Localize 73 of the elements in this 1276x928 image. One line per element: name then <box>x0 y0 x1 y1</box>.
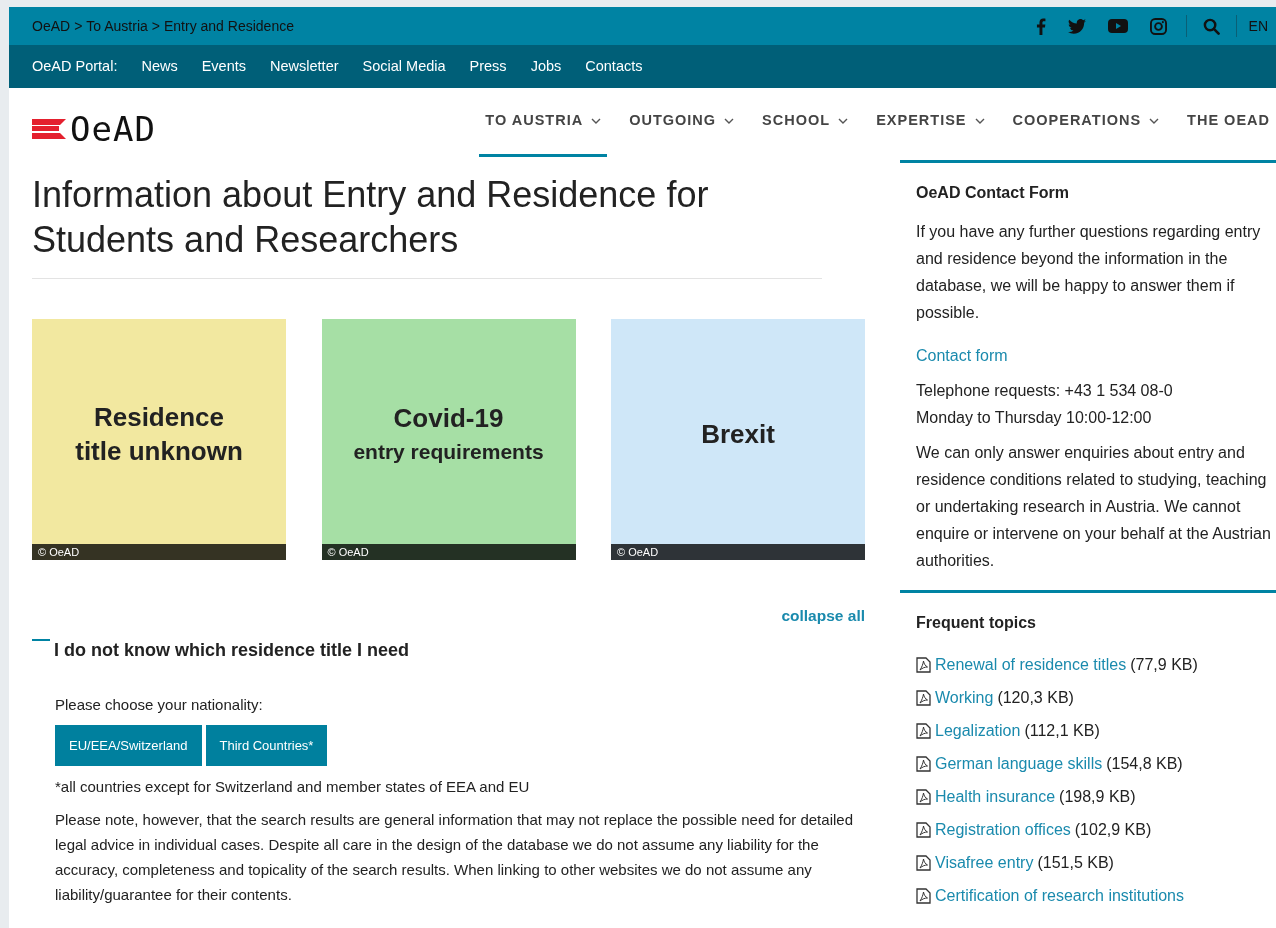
file-size: (120,3 KB) <box>997 688 1074 709</box>
tile-subtitle: entry requirements <box>353 438 544 465</box>
collapse-all-link[interactable]: collapse all <box>781 607 865 624</box>
nav-tab[interactable]: COOPERATIONS <box>1006 110 1166 157</box>
portal-link[interactable]: News <box>141 55 178 78</box>
pdf-file-icon <box>916 854 931 871</box>
topic-link[interactable]: Renewal of residence titles <box>935 648 1127 682</box>
pdf-file-icon <box>916 755 931 772</box>
file-size: (102,9 KB) <box>1074 820 1152 841</box>
contact-note: We can only answer enquiries about entry and residence conditions related to studying, teaching or undertaking research in Austria. We cannot enquire or intervene on your behalf at the Austrian authorities. <box>916 443 1272 572</box>
nav-tab[interactable]: OUTGOING <box>623 110 741 157</box>
image-credit: © OeAD <box>611 544 865 560</box>
tile-title: Residence <box>93 400 225 434</box>
breadcrumb-link[interactable]: Entry and Residence <box>164 15 294 37</box>
pdf-file-icon <box>916 887 931 904</box>
flag-stripes-icon <box>32 119 66 139</box>
tile-image[interactable]: Residence title unknown © OeAD <box>32 319 286 560</box>
image-credit: © OeAD <box>32 544 286 560</box>
topic-link[interactable]: Legalization <box>935 714 1021 748</box>
panel-title: Frequent topics <box>916 613 1037 633</box>
pdf-file-icon <box>916 722 931 739</box>
file-size: (151,5 KB) <box>1037 853 1114 874</box>
portal-link[interactable]: Newsletter <box>270 55 339 78</box>
hours-text: Monday to Thursday 10:00-12:00 <box>916 408 1153 429</box>
portal-label: OeAD Portal: <box>32 56 118 76</box>
breadcrumb-separator: > <box>74 16 83 36</box>
breadcrumb-separator: > <box>151 16 160 36</box>
file-size: (77,9 KB) <box>1130 655 1198 676</box>
nav-tab[interactable]: SCHOOL <box>756 110 855 157</box>
search-icon[interactable] <box>1202 17 1220 35</box>
topic-link[interactable]: Visafree entry <box>935 846 1034 880</box>
pdf-file-icon <box>916 689 931 706</box>
image-credit: © OeAD <box>321 544 576 560</box>
pdf-file-icon <box>916 788 931 805</box>
language-link[interactable]: EN <box>1248 15 1268 37</box>
topic-link[interactable]: Working <box>935 681 994 715</box>
accordion-header[interactable]: I do not know which residence title I need <box>32 637 865 665</box>
tile-image[interactable]: Brexit © OeAD <box>611 319 865 560</box>
portal-link[interactable]: Jobs <box>530 55 562 78</box>
file-size: (198,9 KB) <box>1059 787 1136 808</box>
portal-link[interactable]: Events <box>201 55 247 78</box>
tile-image[interactable]: Covid-19 entry requirements © OeAD <box>321 319 576 560</box>
accordion-title: I do not know which residence title I need <box>54 639 410 663</box>
breadcrumb-link[interactable]: OeAD <box>32 15 71 37</box>
footnote-text: *all countries except for Switzerland and member states of EEA and EU <box>55 777 531 798</box>
page-heading: Information about Entry and Residence for Students and Researchers <box>32 160 822 279</box>
pdf-file-icon <box>916 821 931 838</box>
topic-link[interactable]: Certification of research institutions <box>935 879 1184 913</box>
disclaimer-text: Please note, however, that the search results are general information that may not replace the possible need for detailed legal advice in individual cases. Despite all care in the design of the database we do not assume any liability for the accuracy, completeness and topicality of the search results. When linking to other websites we do not assume any liability/guarantee for their contents. <box>55 810 854 906</box>
tile-title: Brexit <box>701 417 775 451</box>
contact-intro: If you have any further questions regarding entry and residence beyond the information in the database, we will be happy to answer them if possible. <box>916 222 1262 324</box>
portal-link[interactable]: Contacts <box>585 55 643 78</box>
logo-text[interactable]: OeAD <box>70 112 156 146</box>
portal-link[interactable]: Press <box>469 55 507 78</box>
file-size: (154,8 KB) <box>1106 754 1183 775</box>
pdf-file-icon <box>916 656 931 673</box>
tile-title: Covid-19 <box>393 401 504 435</box>
portal-link[interactable]: Social Media <box>362 55 446 78</box>
phone-text: Telephone requests: +43 1 534 08-0 <box>916 381 1174 402</box>
topic-link[interactable]: German language skills <box>935 747 1103 781</box>
prompt-text: Please choose your nationality: <box>55 695 264 716</box>
panel-title: OeAD Contact Form <box>916 183 1070 203</box>
nationality-button[interactable]: Third Countries* <box>205 725 328 767</box>
nationality-button[interactable]: EU/EEA/Switzerland <box>55 725 202 767</box>
nav-tab[interactable]: TO AUSTRIA <box>479 110 608 157</box>
nav-tab[interactable]: THE OEAD <box>1181 110 1276 157</box>
file-size: (112,1 KB) <box>1024 721 1100 742</box>
topic-link[interactable]: Registration offices <box>935 813 1071 847</box>
topic-link[interactable]: Health insurance <box>935 780 1056 814</box>
contact-form-link[interactable]: Contact form <box>916 347 1008 365</box>
nav-tab[interactable]: EXPERTISE <box>870 110 991 157</box>
tile-subtitle: title unknown <box>75 434 243 468</box>
breadcrumb-link[interactable]: To Austria <box>86 15 148 37</box>
